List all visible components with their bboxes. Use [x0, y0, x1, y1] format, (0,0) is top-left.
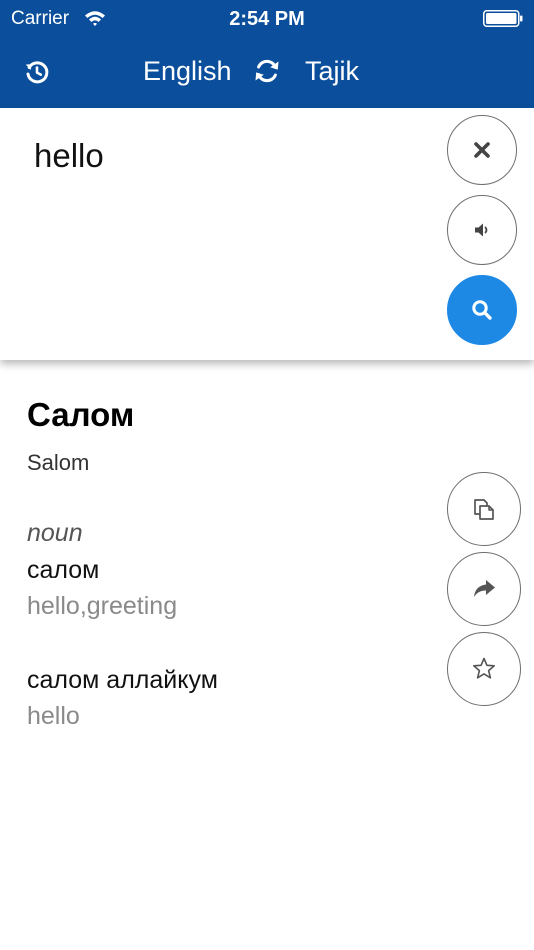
favorite-button[interactable]: [447, 632, 521, 706]
speak-button[interactable]: [447, 195, 517, 265]
entry-word: салом: [27, 556, 100, 584]
part-of-speech: noun: [27, 519, 83, 547]
clear-button[interactable]: [447, 115, 517, 185]
star-icon: [473, 657, 495, 679]
translation-results: Салом Salom noun салом hello,greeting са…: [0, 360, 534, 950]
copy-button[interactable]: [447, 472, 521, 546]
share-button[interactable]: [447, 552, 521, 626]
close-icon: [474, 142, 490, 158]
status-time: 2:54 PM: [229, 8, 305, 30]
entry-gloss: hello,greeting: [27, 592, 178, 620]
source-language-button[interactable]: English: [143, 54, 232, 88]
status-bar: Carrier 2:54 PM: [0, 0, 534, 38]
history-icon[interactable]: [24, 59, 50, 85]
swap-languages-icon[interactable]: [254, 58, 280, 84]
entry-word: салом аллайкум: [27, 666, 218, 694]
transliteration: Salom: [27, 450, 90, 475]
target-language-button[interactable]: Tajik: [305, 54, 359, 88]
translator-screen: Carrier 2:54 PM English Tajik hello Сало…: [0, 0, 534, 950]
search-button[interactable]: [447, 275, 517, 345]
copy-icon: [474, 499, 494, 520]
headword: Салом: [27, 396, 135, 433]
share-arrow-icon: [474, 580, 495, 597]
nav-bar: English Tajik: [0, 38, 534, 108]
input-text-field[interactable]: hello: [34, 136, 104, 176]
battery-icon: [483, 10, 523, 27]
input-panel: hello: [0, 108, 534, 360]
entry-gloss: hello: [27, 702, 80, 730]
search-icon: [472, 300, 492, 320]
speaker-icon: [475, 223, 488, 237]
